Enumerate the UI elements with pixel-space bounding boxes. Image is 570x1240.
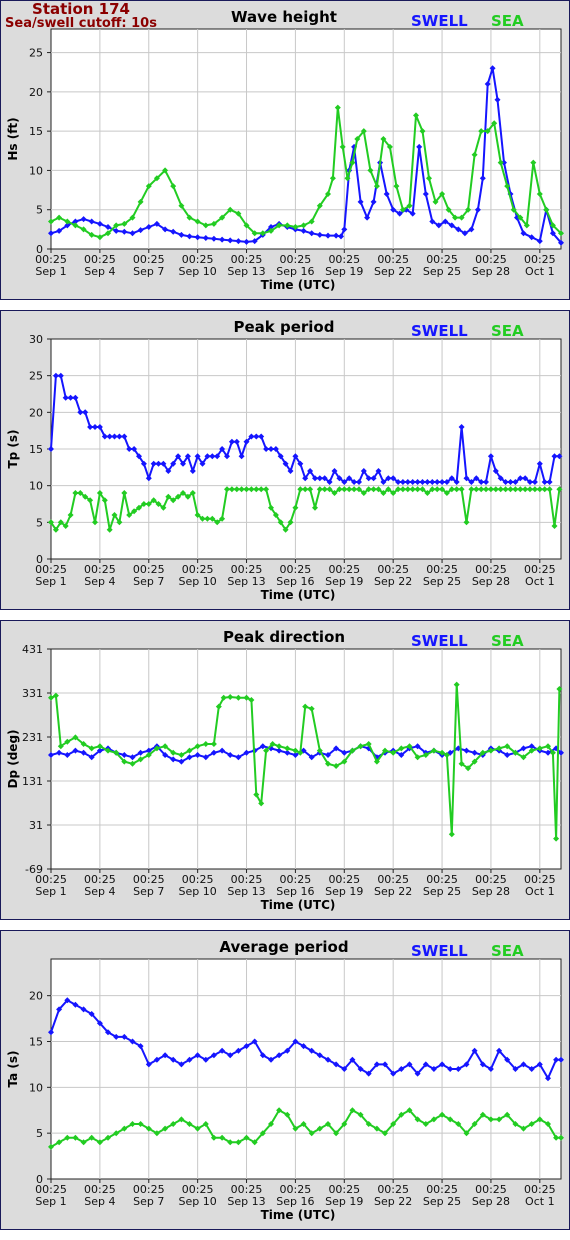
x-tick-date-label: Sep 1 bbox=[35, 265, 66, 278]
x-tick-date-label: Sep 16 bbox=[276, 1195, 314, 1208]
x-tick-date-label: Sep 10 bbox=[179, 575, 217, 588]
chart-title: Peak period bbox=[234, 318, 335, 336]
legend-sea: SEA bbox=[491, 942, 524, 960]
legend-sea: SEA bbox=[491, 322, 524, 340]
x-tick-date-label: Sep 25 bbox=[423, 575, 461, 588]
station-label: Station 174 Sea/swell cutoff: 10s bbox=[1, 1, 161, 31]
x-tick-date-label: Sep 28 bbox=[472, 1195, 510, 1208]
legend-sea: SEA bbox=[491, 632, 524, 650]
x-tick-date-label: Sep 7 bbox=[133, 265, 164, 278]
x-tick-date-label: Sep 10 bbox=[179, 265, 217, 278]
y-tick-label: 231 bbox=[22, 731, 43, 744]
x-tick-date-label: Sep 25 bbox=[423, 265, 461, 278]
y-tick-label: 15 bbox=[29, 443, 43, 456]
x-tick-date-label: Sep 19 bbox=[325, 885, 363, 898]
x-tick-date-label: Sep 19 bbox=[325, 1195, 363, 1208]
legend-sea: SEA bbox=[491, 12, 524, 30]
x-tick-date-label: Sep 25 bbox=[423, 1195, 461, 1208]
y-tick-label: 5 bbox=[36, 1127, 43, 1140]
peak-direction-panel: -69 31 131 231 331 431 00:25 Sep 1 00:25 Sep 4 00:… bbox=[0, 620, 570, 920]
x-tick-date-label: Oct 1 bbox=[525, 1195, 555, 1208]
x-tick-date-label: Sep 16 bbox=[276, 575, 314, 588]
y-tick-label: 5 bbox=[36, 516, 43, 529]
y-tick-label: 20 bbox=[29, 86, 43, 99]
x-tick-date-label: Sep 7 bbox=[133, 1195, 164, 1208]
y-tick-label: 15 bbox=[29, 125, 43, 138]
chart-title: Average period bbox=[219, 938, 348, 956]
average-period-chart: 0510152000:25Sep 100:25Sep 400:25Sep 700… bbox=[6, 938, 564, 1222]
x-tick-date-label: Sep 28 bbox=[472, 885, 510, 898]
x-axis-label: Time (UTC) bbox=[261, 898, 336, 912]
x-tick-date-label: Sep 16 bbox=[276, 265, 314, 278]
y-tick-label: 25 bbox=[29, 370, 43, 383]
y-tick-label: 10 bbox=[29, 1081, 43, 1094]
station-name: Station 174 bbox=[32, 0, 130, 18]
y-axis-label: Tp (s) bbox=[6, 429, 20, 468]
x-tick-date-label: Sep 1 bbox=[35, 575, 66, 588]
legend-swell: SWELL bbox=[411, 12, 468, 30]
x-tick-date-label: Sep 22 bbox=[374, 1195, 412, 1208]
y-tick-label: 431 bbox=[22, 643, 43, 656]
x-tick-date-label: Sep 19 bbox=[325, 265, 363, 278]
y-tick-label: 331 bbox=[22, 687, 43, 700]
x-tick-date-label: Sep 4 bbox=[84, 1195, 115, 1208]
chart-title: Peak direction bbox=[223, 628, 345, 646]
y-tick-label: 31 bbox=[29, 819, 43, 832]
peak-period-panel: 0 5 10 15 20 25 30 00:25 Sep 1 00:25 Sep 4 00:25 Sep… bbox=[0, 310, 570, 610]
wave-height-chart: 051015202500:25Sep 100:25Sep 400:25Sep 7… bbox=[6, 8, 564, 292]
x-tick-date-label: Sep 19 bbox=[325, 575, 363, 588]
x-axis-label: Time (UTC) bbox=[261, 588, 336, 602]
x-tick-date-label: Sep 22 bbox=[374, 885, 412, 898]
x-tick-date-label: Sep 25 bbox=[423, 885, 461, 898]
x-tick-date-label: Sep 4 bbox=[84, 575, 115, 588]
x-tick-date-label: Sep 16 bbox=[276, 885, 314, 898]
legend-swell: SWELL bbox=[411, 942, 468, 960]
legend-swell: SWELL bbox=[411, 632, 468, 650]
y-tick-label: 20 bbox=[29, 406, 43, 419]
x-tick-date-label: Sep 13 bbox=[227, 1195, 265, 1208]
x-tick-date-label: Sep 13 bbox=[227, 885, 265, 898]
y-axis-label: Ta (s) bbox=[6, 1050, 20, 1087]
chart-title: Wave height bbox=[231, 8, 337, 26]
x-tick-date-label: Sep 28 bbox=[472, 265, 510, 278]
x-tick-date-label: Sep 7 bbox=[133, 575, 164, 588]
x-tick-date-label: Sep 7 bbox=[133, 885, 164, 898]
x-tick-date-label: Oct 1 bbox=[525, 265, 555, 278]
plot-area bbox=[50, 648, 562, 870]
x-tick-date-label: Sep 4 bbox=[84, 885, 115, 898]
x-tick-date-label: Sep 22 bbox=[374, 575, 412, 588]
peak-period-chart: 05101520253000:25Sep 100:25Sep 400:25Sep… bbox=[6, 318, 563, 602]
x-tick-date-label: Sep 10 bbox=[179, 885, 217, 898]
x-tick-date-label: Sep 13 bbox=[227, 575, 265, 588]
y-tick-label: 10 bbox=[29, 480, 43, 493]
y-tick-label: 131 bbox=[22, 775, 43, 788]
x-tick-date-label: Sep 10 bbox=[179, 1195, 217, 1208]
x-tick-date-label: Sep 28 bbox=[472, 575, 510, 588]
x-tick-date-label: Sep 4 bbox=[84, 265, 115, 278]
x-tick-date-label: Sep 1 bbox=[35, 1195, 66, 1208]
x-tick-date-label: Sep 13 bbox=[227, 265, 265, 278]
y-tick-label: 30 bbox=[29, 333, 43, 346]
sea-swell-cutoff: Sea/swell cutoff: 10s bbox=[5, 16, 157, 31]
peak-direction-chart: -693113123133143100:25Sep 100:25Sep 400:… bbox=[6, 628, 564, 912]
y-axis-label: Dp (deg) bbox=[6, 729, 20, 788]
plot-area bbox=[50, 958, 562, 1180]
x-tick-date-label: Oct 1 bbox=[525, 885, 555, 898]
y-tick-label: 5 bbox=[36, 204, 43, 217]
y-tick-label: 10 bbox=[29, 164, 43, 177]
x-tick-date-label: Sep 1 bbox=[35, 885, 66, 898]
x-axis-label: Time (UTC) bbox=[261, 278, 336, 292]
legend-swell: SWELL bbox=[411, 322, 468, 340]
average-period-panel: 0 5 10 15 20 00:25 Sep 1 00:25 Sep 4 00:25 Sep 7 00… bbox=[0, 930, 570, 1230]
x-tick-date-label: Oct 1 bbox=[525, 575, 555, 588]
y-tick-label: 20 bbox=[29, 990, 43, 1003]
y-tick-label: 25 bbox=[29, 47, 43, 60]
wave-height-panel: 0 5 10 15 20 25 00:25 Sep 1 00:25 Sep 4 00:25 Sep 7… bbox=[0, 0, 570, 300]
x-axis-label: Time (UTC) bbox=[261, 1208, 336, 1222]
x-tick-date-label: Sep 22 bbox=[374, 265, 412, 278]
y-tick-label: 15 bbox=[29, 1036, 43, 1049]
y-axis-label: Hs (ft) bbox=[6, 117, 20, 160]
